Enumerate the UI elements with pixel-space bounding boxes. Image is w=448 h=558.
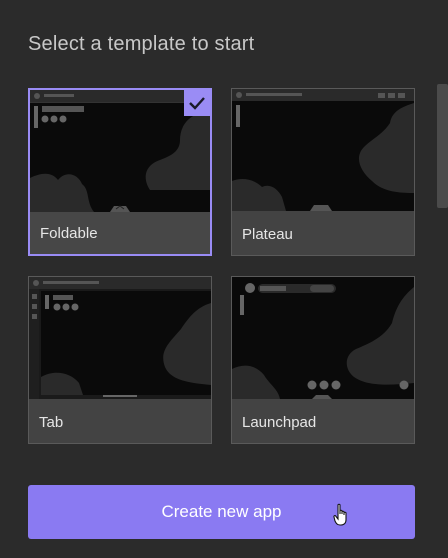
template-card-foldable[interactable]: Foldable — [28, 88, 212, 256]
template-label: Launchpad — [242, 414, 317, 431]
selected-badge — [184, 90, 210, 116]
template-card-launchpad[interactable]: Launchpad — [231, 276, 415, 444]
template-label: Tab — [39, 414, 64, 431]
template-thumbnail-foldable — [30, 90, 210, 212]
hand-cursor-icon — [333, 503, 349, 532]
template-label: Foldable — [40, 225, 98, 242]
page-title: Select a template to start — [28, 33, 255, 55]
template-thumbnail-tab — [29, 277, 211, 399]
create-new-app-button[interactable]: Create new app — [28, 485, 415, 539]
template-card-tab[interactable]: Tab — [28, 276, 212, 444]
template-label: Plateau — [242, 226, 293, 243]
template-thumbnail-plateau — [232, 89, 414, 211]
scrollbar-thumb[interactable] — [437, 84, 448, 208]
template-thumbnail-launchpad — [232, 277, 414, 399]
template-card-plateau[interactable]: Plateau — [231, 88, 415, 256]
check-icon — [189, 97, 205, 110]
